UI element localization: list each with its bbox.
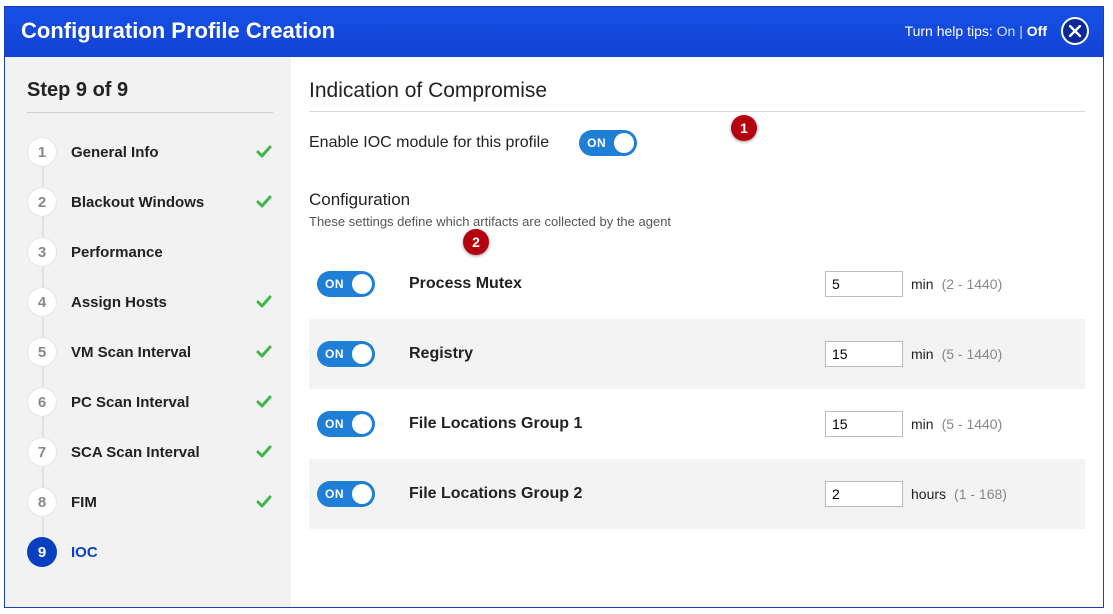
interval-group: min (5 - 1440) [825, 411, 1075, 437]
step-number: 4 [27, 287, 57, 317]
step-label: Blackout Windows [71, 194, 241, 211]
window-title: Configuration Profile Creation [21, 18, 335, 44]
step-label: FIM [71, 494, 241, 511]
step-label: IOC [71, 544, 241, 561]
close-icon [1069, 25, 1081, 37]
interval-input[interactable] [825, 411, 903, 437]
page-title: Indication of Compromise [309, 79, 1085, 103]
help-tips-on[interactable]: On [997, 23, 1016, 39]
help-tips-label: Turn help tips: [905, 23, 993, 39]
config-rows: ONProcess Mutexmin(2 - 1440)ONRegistrymi… [309, 249, 1085, 529]
interval-group: min (2 - 1440) [825, 271, 1075, 297]
step-label: PC Scan Interval [71, 394, 241, 411]
step-label: Assign Hosts [71, 294, 241, 311]
wizard-step-performance[interactable]: 3 Performance [27, 227, 273, 277]
step-number: 5 [27, 337, 57, 367]
wizard-step-sca-scan-interval[interactable]: 7 SCA Scan Interval [27, 427, 273, 477]
interval-unit: min [911, 346, 934, 362]
wizard-step-vm-scan-interval[interactable]: 5 VM Scan Interval [27, 327, 273, 377]
interval-input[interactable] [825, 481, 903, 507]
enable-ioc-toggle[interactable]: ON [579, 130, 637, 156]
step-list: 1 General Info 2 Blackout Windows 3 Performan… [27, 127, 273, 577]
interval-unit: min [911, 416, 934, 432]
checkmark-icon [255, 493, 273, 511]
config-heading: Configuration [309, 190, 1085, 210]
wizard-step-blackout-windows[interactable]: 2 Blackout Windows [27, 177, 273, 227]
checkmark-icon [255, 143, 273, 161]
toggle-knob-icon [352, 344, 372, 364]
artifact-toggle[interactable]: ON [317, 481, 375, 507]
config-profile-window: Configuration Profile Creation Turn help… [4, 6, 1104, 608]
step-label: SCA Scan Interval [71, 444, 241, 461]
artifact-toggle[interactable]: ON [317, 341, 375, 367]
step-label: VM Scan Interval [71, 344, 241, 361]
checkmark-icon [255, 343, 273, 361]
step-number: 8 [27, 487, 57, 517]
main-panel: Indication of Compromise Enable IOC modu… [291, 57, 1103, 607]
interval-range: (5 - 1440) [942, 346, 1003, 362]
toggle-knob-icon [352, 274, 372, 294]
enable-label: Enable IOC module for this profile [309, 134, 549, 152]
wizard-sidebar: Step 9 of 9 1 General Info 2 Blackout Windo… [5, 57, 291, 607]
step-number: 6 [27, 387, 57, 417]
artifact-toggle[interactable]: ON [317, 411, 375, 437]
config-description: These settings define which artifacts ar… [309, 214, 1085, 229]
wizard-step-assign-hosts[interactable]: 4 Assign Hosts [27, 277, 273, 327]
toggle-knob-icon [352, 484, 372, 504]
config-row: ON Registry min (5 - 1440) [309, 319, 1085, 389]
interval-input[interactable] [825, 341, 903, 367]
config-row: ON Process Mutex min (2 - 1440) [309, 249, 1085, 319]
checkmark-icon [255, 193, 273, 211]
interval-range: (1 - 168) [954, 486, 1007, 502]
step-number: 7 [27, 437, 57, 467]
checkmark-icon [255, 443, 273, 461]
divider [309, 111, 1085, 112]
checkmark-icon [255, 543, 273, 561]
step-label: General Info [71, 144, 241, 161]
enable-row: Enable IOC module for this profile ON [309, 130, 1085, 156]
help-tips: Turn help tips: On | Off [905, 17, 1089, 45]
interval-unit: hours [911, 486, 946, 502]
step-number: 2 [27, 187, 57, 217]
checkmark-icon [255, 293, 273, 311]
interval-group: min (5 - 1440) [825, 341, 1075, 367]
artifact-name: File Locations Group 2 [409, 485, 825, 503]
wizard-step-general-info[interactable]: 1 General Info [27, 127, 273, 177]
config-row: ON File Locations Group 2 hours (1 - 168) [309, 459, 1085, 529]
interval-range: (5 - 1440) [942, 416, 1003, 432]
wizard-step-pc-scan-interval[interactable]: 6 PC Scan Interval [27, 377, 273, 427]
step-number: 1 [27, 137, 57, 167]
wizard-step-ioc[interactable]: 9 IOC [27, 527, 273, 577]
toggle-knob-icon [614, 133, 634, 153]
step-number: 9 [27, 537, 57, 567]
step-heading: Step 9 of 9 [27, 79, 273, 102]
checkmark-icon [255, 243, 273, 261]
interval-group: hours (1 - 168) [825, 481, 1075, 507]
artifact-name: Registry [409, 345, 825, 363]
interval-input[interactable] [825, 271, 903, 297]
artifact-name: Process Mutex [409, 275, 825, 293]
divider [27, 112, 273, 113]
interval-unit: min [911, 276, 934, 292]
wizard-step-fim[interactable]: 8 FIM [27, 477, 273, 527]
titlebar: Configuration Profile Creation Turn help… [5, 7, 1103, 57]
toggle-knob-icon [352, 414, 372, 434]
checkmark-icon [255, 393, 273, 411]
artifact-toggle[interactable]: ON [317, 271, 375, 297]
interval-range: (2 - 1440) [942, 276, 1003, 292]
artifact-name: File Locations Group 1 [409, 415, 825, 433]
close-button[interactable] [1061, 17, 1089, 45]
config-row: ON File Locations Group 1 min (5 - 1440) [309, 389, 1085, 459]
step-label: Performance [71, 244, 241, 261]
step-number: 3 [27, 237, 57, 267]
help-tips-off[interactable]: Off [1027, 23, 1047, 39]
